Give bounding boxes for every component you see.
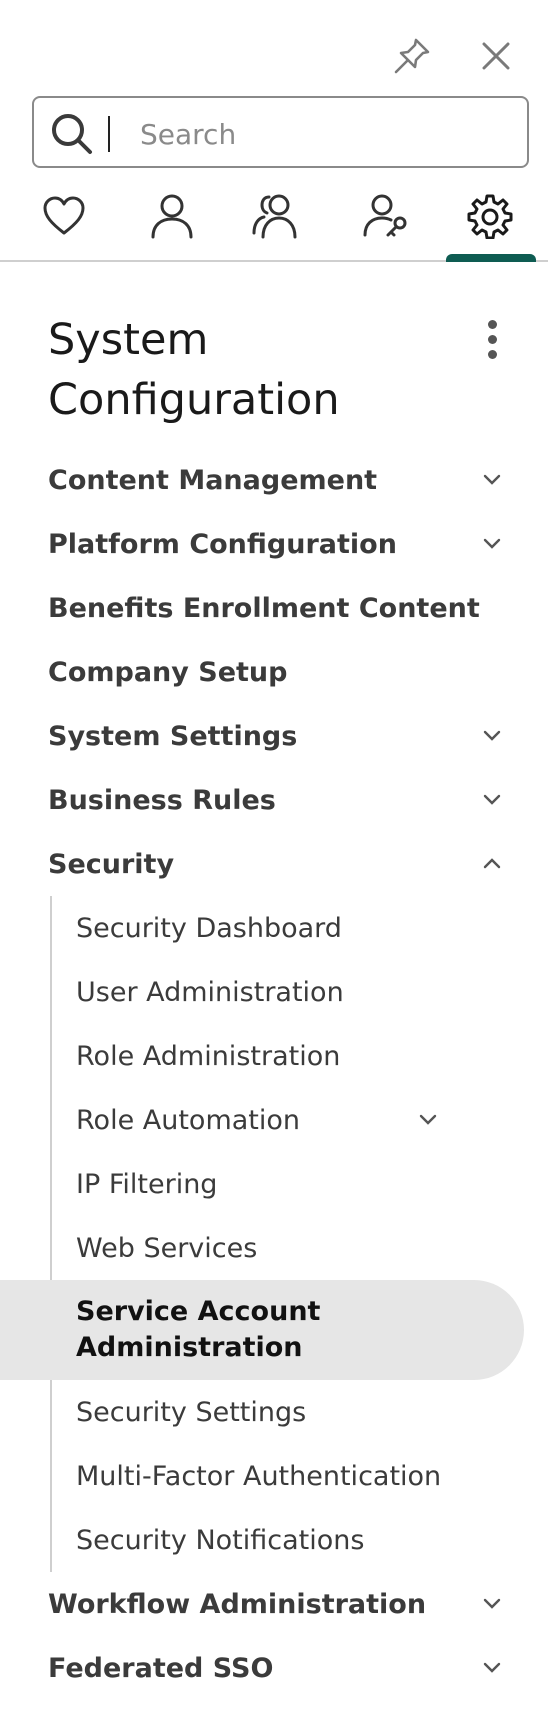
close-icon xyxy=(482,42,510,70)
page-title: System Configuration xyxy=(48,315,340,425)
more-options-button[interactable] xyxy=(476,318,508,362)
nav-item-security[interactable]: Security xyxy=(0,832,548,896)
nav-subitem-label: Role Automation xyxy=(76,1104,301,1136)
nav-item-platform-configuration[interactable]: Platform Configuration xyxy=(0,512,548,576)
nav-subitem-web-services[interactable]: Web Services xyxy=(0,1216,548,1280)
people-icon xyxy=(252,194,297,239)
nav-subitem-role-automation[interactable]: Role Automation xyxy=(0,1088,548,1152)
chevron-down-icon xyxy=(483,730,501,741)
nav-subitem-multi-factor-authentication[interactable]: Multi-Factor Authentication xyxy=(0,1444,548,1508)
nav-item-label: Content Management xyxy=(48,464,378,496)
search-input[interactable] xyxy=(140,112,510,156)
tab-user[interactable] xyxy=(140,188,204,244)
nav-subitem-label: User Administration xyxy=(76,976,344,1008)
gear-icon xyxy=(467,194,513,239)
nav-subitem-role-administration[interactable]: Role Administration xyxy=(0,1024,548,1088)
nav-item-benefits-enrollment-content[interactable]: Benefits Enrollment Content xyxy=(0,576,548,640)
nav-item-label: Business Rules xyxy=(48,784,276,816)
nav-subitem-security-notifications[interactable]: Security Notifications xyxy=(0,1508,548,1572)
nav-item-content-management[interactable]: Content Management xyxy=(0,448,548,512)
close-button[interactable] xyxy=(472,32,520,80)
nav-item-business-rules[interactable]: Business Rules xyxy=(0,768,548,832)
nav-subitem-label: Web Services xyxy=(76,1232,258,1264)
chevron-up-icon xyxy=(483,858,501,869)
tab-people[interactable] xyxy=(244,188,308,244)
nav-subitem-label: Role Administration xyxy=(76,1040,341,1072)
tab-bar xyxy=(0,180,548,262)
nav-subitem-label: Multi-Factor Authentication xyxy=(76,1460,442,1492)
chevron-down-icon xyxy=(483,1598,501,1609)
nav-item-label: System Settings xyxy=(48,720,298,752)
active-tab-indicator xyxy=(446,254,536,262)
nav-item-company-setup[interactable]: Company Setup xyxy=(0,640,548,704)
pin-icon xyxy=(394,38,430,74)
tab-configuration[interactable] xyxy=(458,188,522,244)
chevron-down-icon xyxy=(483,538,501,549)
nav-subitem-user-administration[interactable]: User Administration xyxy=(0,960,548,1024)
nav-item-label: Platform Configuration xyxy=(48,528,397,560)
search-box[interactable] xyxy=(32,96,529,168)
security-submenu: Security Dashboard User Administration R… xyxy=(0,896,548,1572)
chevron-down-icon xyxy=(419,1114,437,1125)
person-icon xyxy=(151,194,193,239)
nav-item-federated-sso[interactable]: Federated SSO xyxy=(0,1636,548,1700)
nav-item-workflow-administration[interactable]: Workflow Administration xyxy=(0,1572,548,1636)
chevron-down-icon xyxy=(483,794,501,805)
nav-subitem-security-settings[interactable]: Security Settings xyxy=(0,1380,548,1444)
nav-subitem-security-dashboard[interactable]: Security Dashboard xyxy=(0,896,548,960)
nav-subitem-ip-filtering[interactable]: IP Filtering xyxy=(0,1152,548,1216)
nav-subitem-label: Service Account Administration xyxy=(76,1296,321,1363)
nav-item-label: Federated SSO xyxy=(48,1652,274,1684)
nav-subitem-label: Security Dashboard xyxy=(76,912,342,944)
person-key-icon xyxy=(363,194,407,237)
nav-subitem-label: Security Settings xyxy=(76,1396,307,1428)
search-icon xyxy=(52,114,92,154)
nav-item-label: Company Setup xyxy=(48,656,288,688)
nav-item-system-settings[interactable]: System Settings xyxy=(0,704,548,768)
nav-item-label: Security xyxy=(48,848,175,880)
pin-button[interactable] xyxy=(388,32,436,80)
text-caret xyxy=(108,116,110,152)
tab-user-settings[interactable] xyxy=(354,188,418,244)
nav-item-label: Benefits Enrollment Content xyxy=(48,592,480,624)
nav-subitem-service-account-administration[interactable]: Service Account Administration xyxy=(0,1280,548,1380)
nav-menu: Content Management Platform Configuratio… xyxy=(0,448,548,1700)
nav-subitem-label: IP Filtering xyxy=(76,1168,218,1200)
heart-icon xyxy=(43,196,85,235)
nav-subitem-label: Security Notifications xyxy=(76,1524,365,1556)
top-bar xyxy=(0,0,548,96)
tab-favorites[interactable] xyxy=(32,188,96,244)
chevron-down-icon xyxy=(483,474,501,485)
chevron-down-icon xyxy=(483,1662,501,1673)
nav-item-label: Workflow Administration xyxy=(48,1588,427,1620)
